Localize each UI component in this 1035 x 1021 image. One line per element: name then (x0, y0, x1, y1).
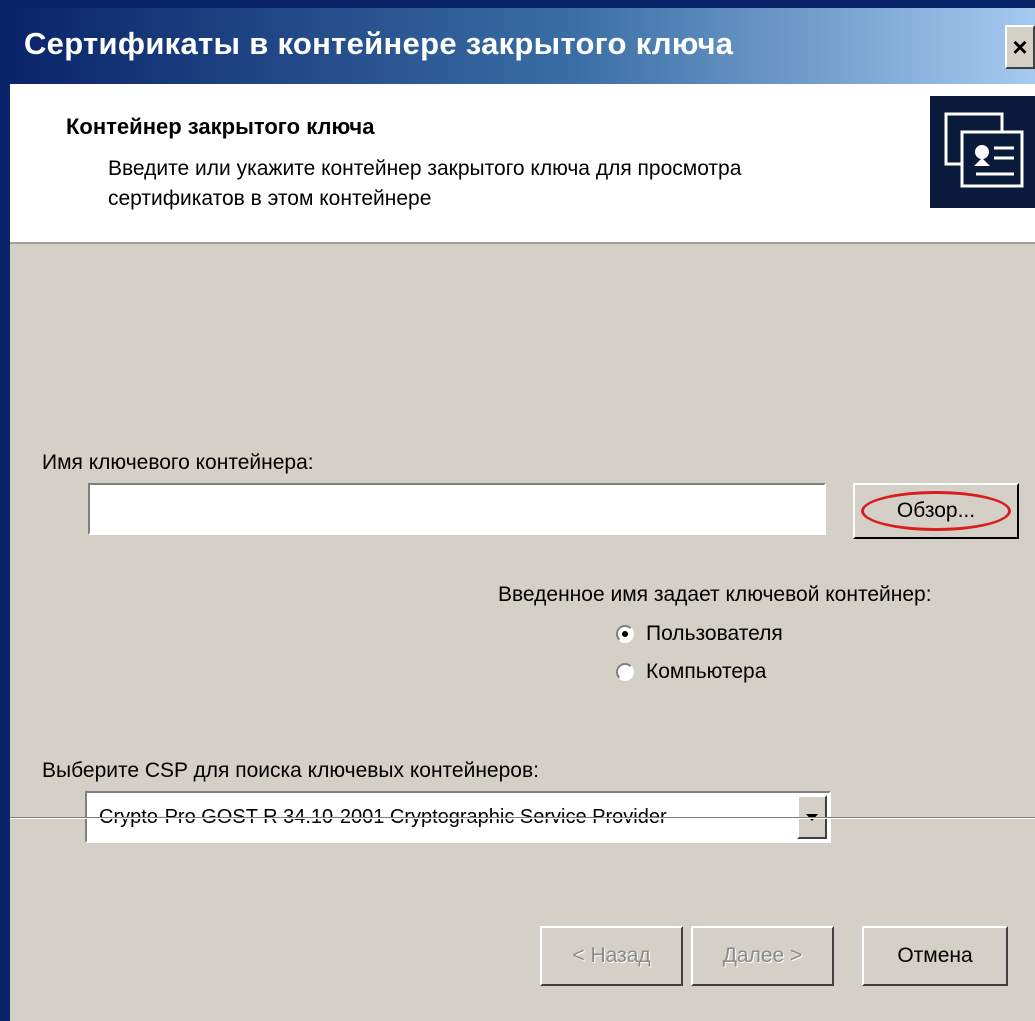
window-title: Сертификаты в контейнере закрытого ключа (24, 26, 734, 61)
scope-label: Введенное имя задает ключевой контейнер: (498, 583, 932, 606)
browse-button-label: Обзор... (896, 499, 976, 522)
csp-label: Выберите CSP для поиска ключевых контейн… (42, 759, 539, 782)
radio-computer-label: Компьютера (646, 660, 767, 683)
radio-user[interactable]: Пользователя (616, 622, 783, 646)
radio-computer-indicator[interactable] (616, 663, 634, 681)
container-name-label: Имя ключевого контейнера: (42, 451, 314, 474)
next-button[interactable]: Далее > (691, 926, 834, 986)
cancel-button[interactable]: Отмена (862, 926, 1008, 986)
close-button[interactable]: × (1005, 25, 1035, 69)
wizard-header: Контейнер закрытого ключа Введите или ук… (10, 84, 1035, 244)
page-description: Введите или укажите контейнер закрытого … (108, 157, 742, 210)
footer-separator (10, 817, 1035, 819)
window-frame: Сертификаты в контейнере закрытого ключа… (0, 0, 1035, 1021)
radio-user-indicator[interactable] (616, 625, 634, 643)
certificate-icon (930, 96, 1035, 208)
close-icon: × (1012, 31, 1028, 62)
browse-button[interactable]: Обзор... (853, 483, 1019, 539)
container-name-input[interactable] (88, 483, 826, 535)
back-button[interactable]: < Назад (540, 926, 683, 986)
radio-user-label: Пользователя (646, 622, 783, 645)
radio-computer[interactable]: Компьютера (616, 660, 766, 684)
title-bar: Сертификаты в контейнере закрытого ключа… (10, 8, 1035, 84)
dialog-body: Контейнер закрытого ключа Введите или ук… (10, 84, 1035, 1021)
page-title: Контейнер закрытого ключа (66, 114, 375, 139)
